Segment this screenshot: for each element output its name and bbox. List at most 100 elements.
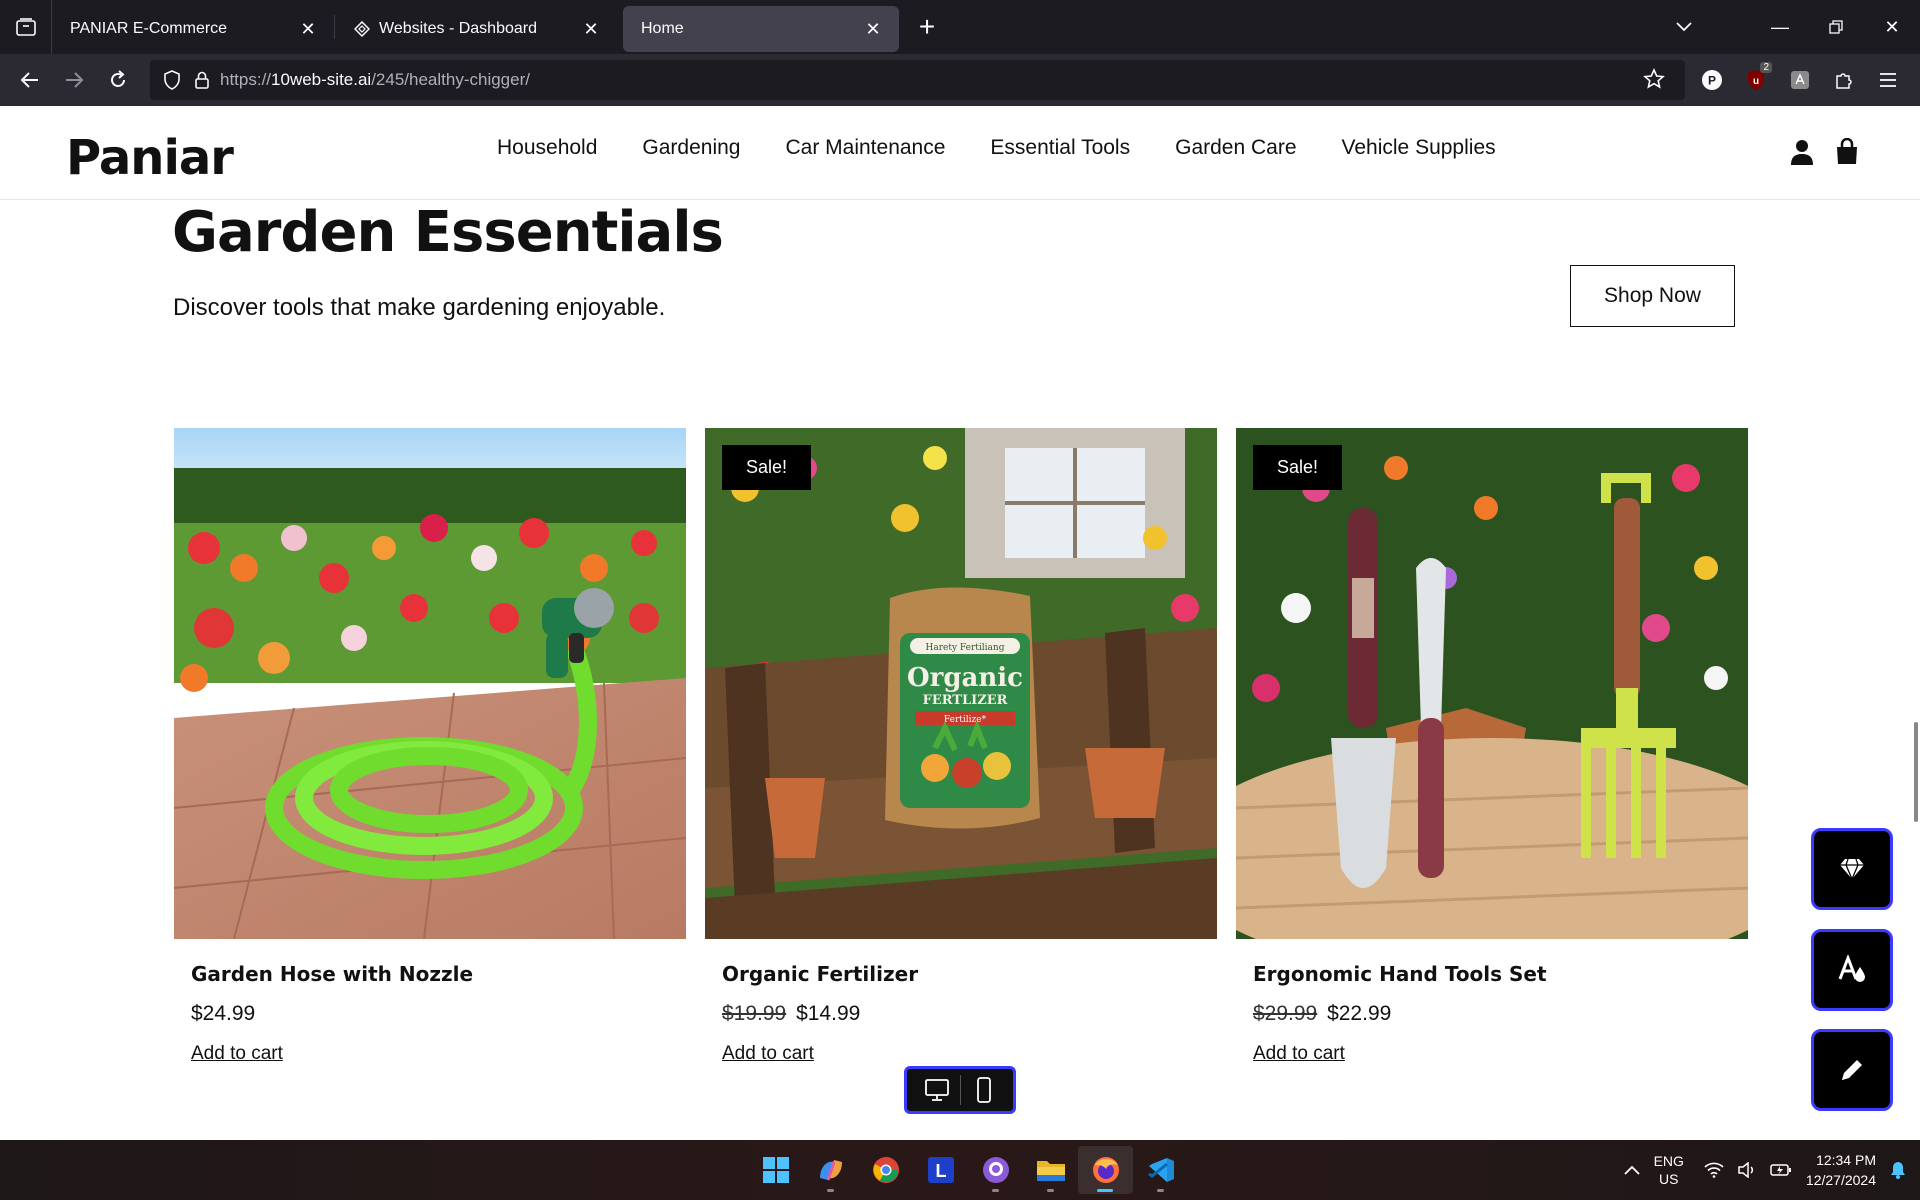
tab-title: PANIAR E-Commerce (70, 20, 228, 37)
nav-car-maintenance[interactable]: Car Maintenance (785, 136, 945, 160)
product-image-organic-fertilizer[interactable]: Harety Fertiliang Organic FERTLIZER Fert… (705, 428, 1217, 939)
product-image-garden-hose[interactable] (174, 428, 686, 939)
nav-essential-tools[interactable]: Essential Tools (990, 136, 1130, 160)
url-text[interactable]: https://10web-site.ai/245/healthy-chigge… (220, 70, 530, 90)
bag-brand-text: Harety Fertiliang (926, 643, 1005, 653)
original-price: $19.99 (722, 1002, 787, 1025)
add-to-cart-link[interactable]: Add to cart (191, 1043, 283, 1065)
language-code: ENG (1653, 1153, 1684, 1169)
nav-vehicle-supplies[interactable]: Vehicle Supplies (1342, 136, 1496, 160)
lock-icon[interactable] (190, 60, 214, 100)
font-color-icon (1838, 955, 1865, 982)
wifi-icon[interactable] (1704, 1162, 1724, 1178)
ublock-extension-icon[interactable]: u 2 (1734, 60, 1778, 100)
show-hidden-icons-chevron[interactable] (1623, 1165, 1640, 1175)
close-icon[interactable]: ✕ (579, 17, 603, 41)
device-preview-toggle (904, 1066, 1016, 1114)
site-logo[interactable]: Paniar (66, 130, 234, 186)
shopping-bag-icon[interactable] (1835, 137, 1861, 166)
vscode-icon[interactable] (1133, 1146, 1188, 1194)
product-name[interactable]: Garden Hose with Nozzle (191, 962, 473, 986)
l-app-icon[interactable]: L (913, 1146, 968, 1194)
desktop-monitor-icon[interactable] (917, 1073, 957, 1107)
restore-button[interactable] (1808, 0, 1864, 54)
page-scrollbar[interactable] (1914, 722, 1918, 822)
reload-icon[interactable] (96, 60, 140, 100)
diamond-premium-button[interactable] (1811, 828, 1893, 910)
diamond-icon (1840, 858, 1864, 880)
list-all-tabs-chevron-icon[interactable] (1656, 0, 1712, 54)
url-scheme: https:// (220, 70, 272, 89)
minimize-button[interactable]: — (1752, 0, 1808, 54)
fertilizer-bag: Harety Fertiliang Organic FERTLIZER Fert… (885, 587, 1040, 829)
copilot-icon[interactable] (803, 1146, 858, 1194)
sale-badge: Sale! (1253, 445, 1343, 490)
hamburger-menu-icon[interactable] (1866, 60, 1910, 100)
file-explorer-icon[interactable] (1023, 1146, 1078, 1194)
shield-icon[interactable] (154, 60, 190, 100)
product-card-organic-fertilizer: Harety Fertiliang Organic FERTLIZER Fert… (705, 428, 1217, 1064)
tab-home[interactable]: Home ✕ (623, 6, 899, 52)
pocket-p-extension-icon[interactable]: P (1690, 60, 1734, 100)
forward-arrow-icon[interactable] (52, 60, 96, 100)
bag-organic-text: Organic (907, 663, 1023, 693)
clock-date: 12/27/2024 (1805, 1172, 1876, 1188)
pencil-icon (1842, 1060, 1862, 1080)
chrome-icon[interactable] (858, 1146, 913, 1194)
bookmark-star-icon[interactable] (1643, 68, 1665, 95)
section-title: Garden Essentials (172, 200, 724, 265)
github-icon[interactable] (968, 1146, 1023, 1194)
product-card-hand-tools-set: Sale! Ergonomic Hand Tools Set $29.99 $2… (1236, 428, 1748, 1064)
close-window-button[interactable]: ✕ (1864, 0, 1920, 54)
running-indicator (992, 1189, 999, 1192)
add-to-cart-link[interactable]: Add to cart (1253, 1043, 1345, 1065)
close-icon[interactable]: ✕ (861, 17, 885, 41)
product-card-garden-hose: Garden Hose with Nozzle $24.99 Add to ca… (174, 428, 686, 1064)
style-palette-button[interactable] (1811, 929, 1893, 1011)
firefox-icon[interactable] (1078, 1146, 1133, 1194)
tab-title: Websites - Dashboard (379, 20, 537, 37)
extensions-puzzle-icon[interactable] (1822, 60, 1866, 100)
battery-charging-icon[interactable] (1770, 1163, 1792, 1177)
close-icon[interactable]: ✕ (296, 17, 320, 41)
edit-pencil-button[interactable] (1811, 1029, 1893, 1111)
product-image-hand-tools-set[interactable]: Sale! (1236, 428, 1748, 939)
url-domain: 10web-site.ai (271, 70, 372, 89)
nav-gardening[interactable]: Gardening (642, 136, 740, 160)
back-arrow-icon[interactable] (8, 60, 52, 100)
shop-now-button[interactable]: Shop Now (1570, 265, 1735, 327)
nav-garden-care[interactable]: Garden Care (1175, 136, 1296, 160)
product-price: $29.99 $22.99 (1253, 1002, 1391, 1026)
browser-nav-bar: https://10web-site.ai/245/healthy-chigge… (0, 54, 1920, 106)
svg-text:u: u (1753, 76, 1759, 87)
input-language-indicator[interactable]: ENG US (1654, 1152, 1684, 1188)
user-account-icon[interactable] (1789, 138, 1815, 166)
sale-badge: Sale! (722, 445, 812, 490)
section-subtitle: Discover tools that make gardening enjoy… (173, 294, 666, 321)
new-tab-button[interactable]: + (907, 7, 947, 47)
tab-paniar-ecommerce[interactable]: PANIAR E-Commerce ✕ (52, 6, 334, 52)
region-code: US (1659, 1171, 1679, 1187)
tab-list-icon[interactable] (0, 0, 52, 54)
running-indicator (1097, 1189, 1113, 1192)
system-clock[interactable]: 12:34 PM 12/27/2024 (1806, 1150, 1876, 1190)
mobile-phone-icon[interactable] (964, 1073, 1004, 1107)
product-name[interactable]: Organic Fertilizer (722, 962, 918, 986)
main-navigation: Household Gardening Car Maintenance Esse… (497, 136, 1541, 160)
current-price: $24.99 (191, 1002, 256, 1025)
running-indicator (1047, 1189, 1054, 1192)
speaker-volume-icon[interactable] (1738, 1162, 1756, 1178)
url-bar[interactable]: https://10web-site.ai/245/healthy-chigge… (150, 60, 1685, 100)
svg-text:P: P (1708, 74, 1716, 88)
add-to-cart-link[interactable]: Add to cart (722, 1043, 814, 1065)
windows-taskbar: L ENG US 12:34 PM 12/27/2024 (0, 1140, 1920, 1200)
nav-household[interactable]: Household (497, 136, 597, 160)
sale-price: $22.99 (1327, 1002, 1392, 1025)
windows-start-icon[interactable] (748, 1146, 803, 1194)
tab-websites-dashboard[interactable]: Websites - Dashboard ✕ (335, 6, 617, 52)
notification-bell-icon[interactable] (1890, 1161, 1906, 1179)
running-indicator (1157, 1189, 1164, 1192)
translate-extension-icon[interactable] (1778, 60, 1822, 100)
svg-text:L: L (935, 1161, 946, 1181)
product-name[interactable]: Ergonomic Hand Tools Set (1253, 962, 1547, 986)
